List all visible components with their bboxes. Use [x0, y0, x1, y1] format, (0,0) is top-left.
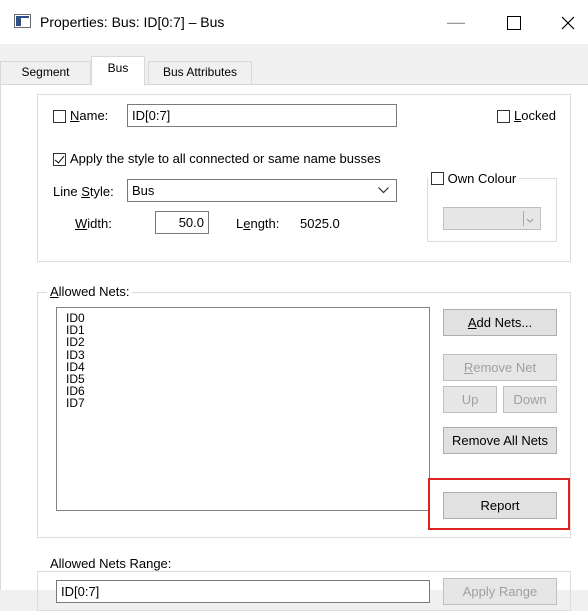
down-button[interactable]: Down	[503, 386, 557, 413]
minimize-button[interactable]: —	[436, 10, 476, 34]
tab-bus[interactable]: Bus	[91, 56, 145, 86]
chevron-down-icon	[526, 218, 534, 223]
apply-style-checkbox[interactable]	[53, 153, 66, 166]
allowed-nets-list[interactable]: ID0 ID1 ID2 ID3 ID4 ID5 ID6 ID7	[56, 307, 430, 511]
maximize-icon	[507, 16, 521, 31]
window-app-icon	[14, 14, 31, 28]
apply-style-label: Apply the style to all connected or same…	[70, 151, 381, 166]
list-item[interactable]: ID5	[57, 373, 429, 385]
width-field[interactable]: 50.0	[155, 211, 209, 234]
allowed-nets-range-field[interactable]: ID[0:7]	[56, 580, 430, 603]
list-item[interactable]: ID4	[57, 361, 429, 373]
line-style-select[interactable]: Bus	[127, 179, 397, 202]
list-item[interactable]: ID3	[57, 348, 429, 360]
line-style-label: Line Style:	[53, 184, 114, 199]
add-nets-button[interactable]: Add Nets...	[443, 309, 557, 336]
list-item[interactable]: ID2	[57, 336, 429, 348]
report-button[interactable]: Report	[443, 492, 557, 519]
own-colour-legend: Own Colour	[428, 171, 520, 186]
colour-picker[interactable]	[443, 207, 541, 230]
remove-net-button[interactable]: Remove Net	[443, 354, 557, 381]
list-item[interactable]: ID0	[57, 312, 429, 324]
name-field[interactable]: ID[0:7]	[127, 104, 397, 127]
locked-checkbox[interactable]	[497, 110, 510, 123]
remove-all-nets-button[interactable]: Remove All Nets	[443, 427, 557, 454]
length-label: Length:	[236, 216, 280, 231]
close-button[interactable]	[548, 10, 588, 34]
name-label: Name:	[70, 108, 109, 123]
maximize-button[interactable]	[494, 10, 534, 34]
locked-label: Locked	[514, 108, 556, 123]
list-item[interactable]: ID7	[57, 397, 429, 409]
own-colour-label: Own Colour	[447, 171, 517, 186]
tab-bus-attributes[interactable]: Bus Attributes	[148, 61, 252, 84]
list-item[interactable]: ID6	[57, 385, 429, 397]
window-title: Properties: Bus: ID[0:7] – Bus	[40, 14, 225, 30]
list-item[interactable]: ID1	[57, 324, 429, 336]
width-label: Width:	[75, 216, 112, 231]
allowed-nets-range-legend: Allowed Nets Range:	[47, 556, 175, 571]
tab-segment[interactable]: Segment	[0, 61, 91, 84]
allowed-nets-legend: Allowed Nets:	[47, 284, 133, 299]
close-icon	[561, 16, 575, 30]
up-button[interactable]: Up	[443, 386, 497, 413]
own-colour-checkbox[interactable]	[431, 172, 444, 185]
apply-range-button[interactable]: Apply Range	[443, 578, 557, 605]
chevron-down-icon	[378, 187, 389, 194]
title-bar: Properties: Bus: ID[0:7] – Bus —	[0, 0, 588, 44]
length-value: 5025.0	[300, 216, 340, 231]
colour-dropdown-arrow	[523, 211, 536, 226]
name-checkbox[interactable]	[53, 110, 66, 123]
line-style-value: Bus	[132, 183, 155, 198]
